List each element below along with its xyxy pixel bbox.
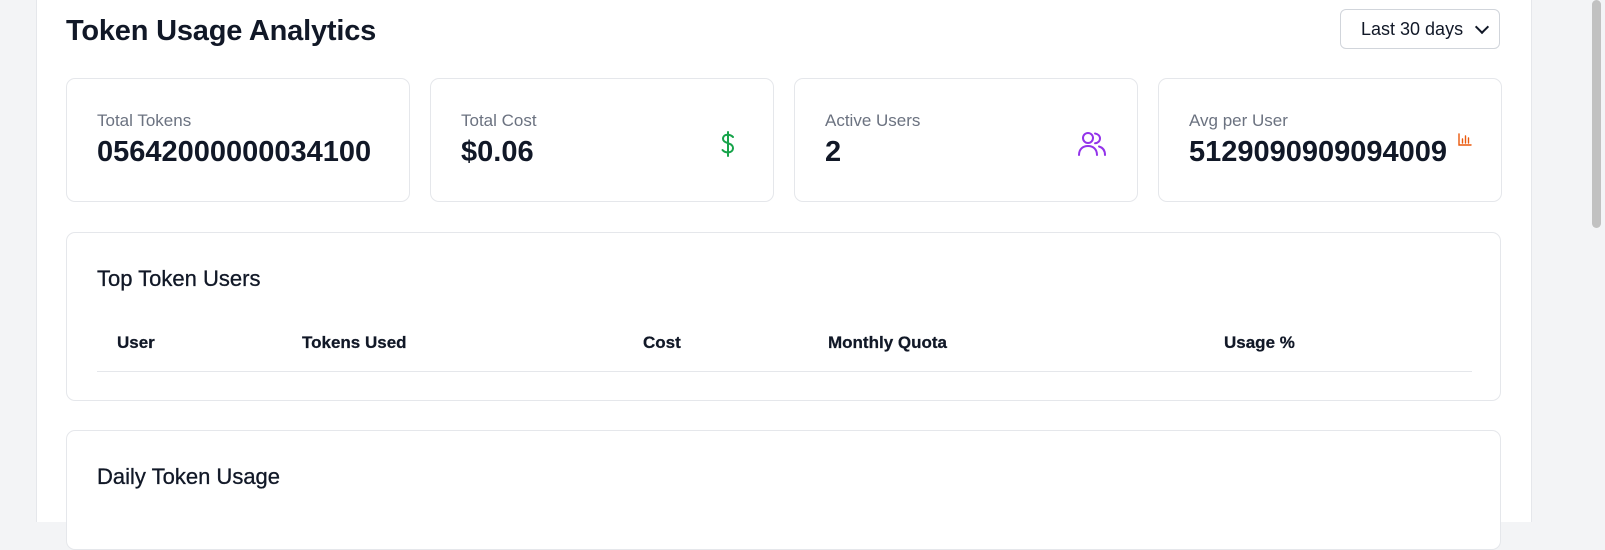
stat-value: $0.06 (461, 136, 534, 168)
section-title: Daily Token Usage (97, 464, 281, 489)
date-range-select[interactable]: Last 30 days (1340, 9, 1500, 49)
stat-value: 2 (825, 136, 842, 168)
page-title: Token Usage Analytics (66, 15, 377, 47)
stat-card-active-users: Active Users 2 (794, 78, 1138, 202)
chevron-down-icon (1474, 19, 1490, 35)
stat-value: 5129090909094009 (1189, 136, 1448, 168)
stat-label: Avg per User (1189, 111, 1288, 130)
stat-card-total-tokens: Total Tokens 05642000000034100 (66, 78, 410, 202)
stat-card-total-cost: Total Cost $0.06 (430, 78, 774, 202)
dollar-icon (713, 129, 743, 159)
top-token-users-section: Top Token Users User Tokens Used Cost Mo… (66, 232, 1501, 401)
users-icon (1077, 129, 1107, 159)
column-tokens-used: Tokens Used (302, 333, 407, 352)
stat-label: Total Tokens (97, 111, 192, 130)
section-title: Top Token Users (97, 266, 261, 291)
stat-label: Active Users (825, 111, 921, 130)
scrollbar-thumb[interactable] (1592, 0, 1601, 228)
stat-value: 05642000000034100 (97, 136, 372, 168)
date-range-selected: Last 30 days (1361, 18, 1464, 39)
bar-chart-icon (1457, 131, 1473, 147)
column-monthly-quota: Monthly Quota (828, 333, 947, 352)
stat-card-avg-per-user: Avg per User 5129090909094009 (1158, 78, 1502, 202)
table-header: User Tokens Used Cost Monthly Quota Usag… (97, 329, 1472, 372)
stat-label: Total Cost (461, 111, 537, 130)
daily-token-usage-section: Daily Token Usage (66, 430, 1501, 550)
column-cost: Cost (643, 333, 681, 352)
column-user: User (117, 333, 155, 352)
column-usage-percent: Usage % (1224, 333, 1295, 352)
